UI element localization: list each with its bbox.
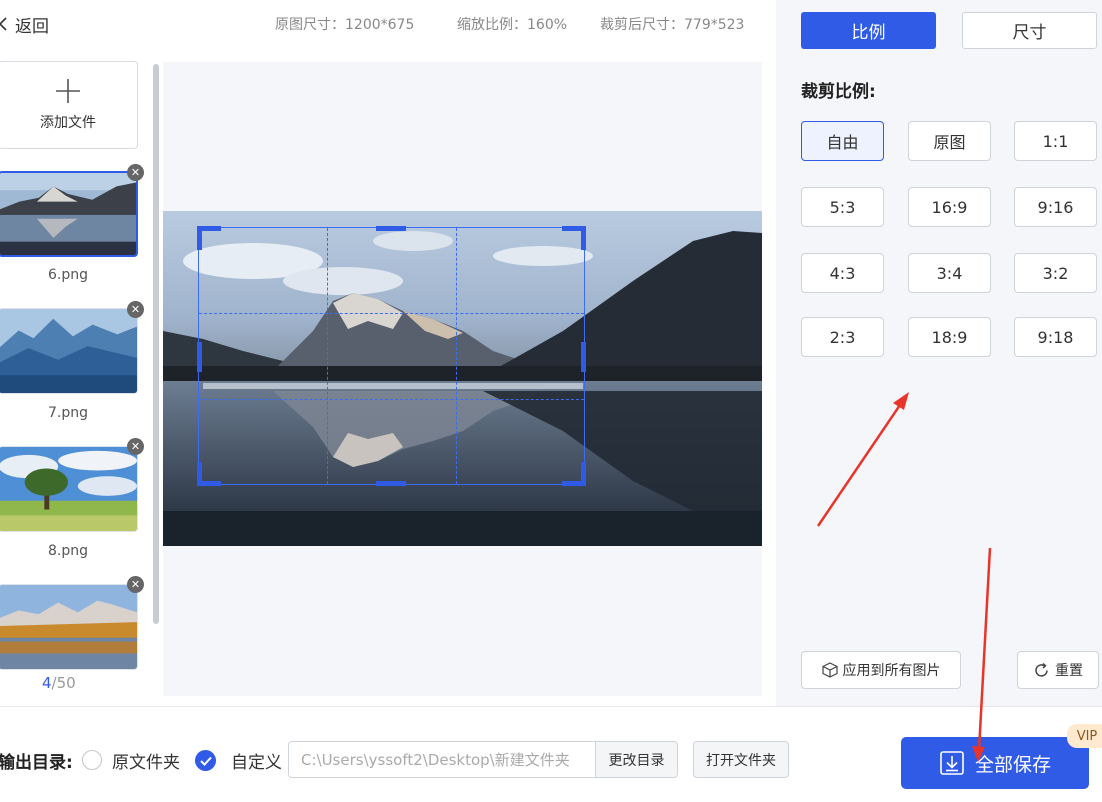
cropped-size-text: 裁剪后尺寸：779*523	[600, 17, 745, 33]
reset-button[interactable]: 重置	[1017, 651, 1099, 689]
radio-custom-folder[interactable]	[195, 750, 216, 771]
remove-thumbnail-7-button[interactable]: ✕	[127, 301, 144, 318]
crop-handle-right[interactable]	[581, 342, 586, 372]
thumbnail-6[interactable]	[0, 171, 138, 257]
crop-handle-bottom[interactable]	[376, 481, 406, 486]
crop-grid-line	[456, 228, 457, 484]
ratio-option-original[interactable]: 原图	[908, 121, 991, 161]
reset-label: 重置	[1055, 663, 1083, 679]
blue-mountains-thumbnail	[0, 309, 137, 393]
autumn-mountains-thumbnail	[0, 585, 137, 669]
custom-folder-label[interactable]: 自定义	[231, 748, 282, 773]
tree-meadow-thumbnail	[0, 447, 137, 531]
crop-handle-bottom-left[interactable]	[197, 462, 221, 486]
zoom-text: 缩放比例：160%	[457, 17, 568, 33]
tab-size[interactable]: 尺寸	[962, 12, 1097, 49]
remove-thumbnail-6-button[interactable]: ✕	[127, 164, 144, 181]
download-icon	[940, 751, 964, 775]
chevron-left-icon	[0, 17, 7, 31]
save-all-label: 全部保存	[974, 753, 1051, 776]
add-file-button[interactable]: 添加文件	[0, 61, 138, 149]
apply-all-button[interactable]: 应用到所有图片	[801, 651, 961, 689]
cube-icon	[821, 662, 838, 678]
plus-icon	[56, 79, 80, 103]
ratio-option-3-4[interactable]: 3:4	[908, 253, 991, 293]
change-dir-button[interactable]: 更改目录	[595, 741, 678, 778]
crop-handle-top[interactable]	[376, 226, 406, 231]
ratio-option-18-9[interactable]: 18:9	[908, 317, 991, 357]
ratio-option-9-16[interactable]: 9:16	[1014, 187, 1097, 227]
tab-ratio[interactable]: 比例	[801, 12, 936, 49]
crop-grid-line	[327, 228, 328, 484]
ratio-option-16-9[interactable]: 16:9	[908, 187, 991, 227]
add-file-label: 添加文件	[40, 115, 96, 131]
ratio-option-1-1[interactable]: 1:1	[1014, 121, 1097, 161]
remove-thumbnail-8-button[interactable]: ✕	[127, 438, 144, 455]
thumbnail-scrollbar[interactable]	[153, 64, 159, 624]
thumbnail-7[interactable]	[0, 308, 138, 394]
original-folder-label[interactable]: 原文件夹	[112, 748, 180, 773]
counter-current: 4	[42, 674, 52, 692]
bottom-divider	[0, 706, 1102, 707]
ratio-option-3-2[interactable]: 3:2	[1014, 253, 1097, 293]
ratio-option-5-3[interactable]: 5:3	[801, 187, 884, 227]
crop-handle-bottom-right[interactable]	[562, 462, 586, 486]
thumbnail-6-name: 6.png	[47, 267, 88, 283]
crop-handle-top-right[interactable]	[562, 226, 586, 250]
back-button[interactable]: 返回	[0, 12, 49, 37]
thumbnail-8[interactable]	[0, 446, 138, 532]
back-label: 返回	[15, 16, 49, 37]
ratio-option-4-3[interactable]: 4:3	[801, 253, 884, 293]
open-folder-button[interactable]: 打开文件夹	[693, 741, 789, 778]
ratio-option-9-18[interactable]: 9:18	[1014, 317, 1097, 357]
file-counter: 4/50	[42, 674, 76, 692]
crop-handle-top-left[interactable]	[197, 226, 221, 250]
crop-ratio-title: 裁剪比例:	[801, 82, 876, 102]
crop-handle-left[interactable]	[197, 342, 202, 372]
save-all-button[interactable]: 全部保存	[901, 737, 1089, 789]
thumbnail-7-name: 7.png	[47, 405, 88, 421]
checkmark-icon	[199, 756, 212, 766]
radio-original-folder[interactable]	[82, 750, 102, 770]
ratio-option-free[interactable]: 自由	[801, 121, 884, 161]
remove-thumbnail-9-button[interactable]: ✕	[127, 576, 144, 593]
crop-grid-line	[199, 399, 584, 400]
ratio-option-2-3[interactable]: 2:3	[801, 317, 884, 357]
output-path-field[interactable]	[288, 741, 597, 778]
vip-badge: VIP	[1067, 724, 1102, 748]
thumbnail-8-name: 8.png	[47, 543, 88, 559]
crop-selection[interactable]	[197, 226, 586, 486]
refresh-icon	[1035, 662, 1048, 677]
thumbnail-9[interactable]	[0, 584, 138, 670]
crop-grid-line	[199, 313, 584, 314]
original-size-text: 原图尺寸：1200*675	[275, 17, 415, 33]
lake-mountain-thumbnail	[0, 173, 136, 255]
apply-all-label: 应用到所有图片	[842, 663, 941, 679]
output-dir-label: 输出目录:	[0, 753, 73, 773]
counter-total: /50	[51, 674, 76, 692]
